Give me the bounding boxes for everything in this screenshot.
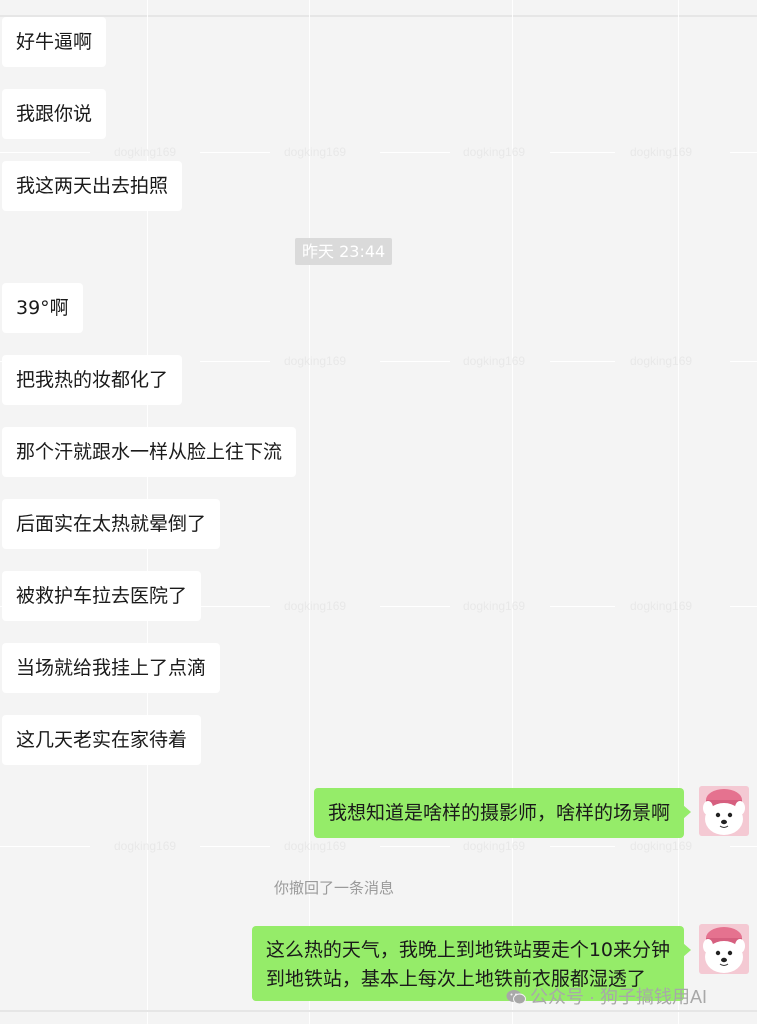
message-line: 这么热的天气，我晚上到地铁站要走个10来分钟	[265, 939, 670, 961]
watermark-text: dogking169	[463, 145, 526, 159]
incoming-message-bubble[interactable]: 好牛逼啊	[2, 17, 107, 67]
wechat-logo-icon	[506, 990, 526, 1005]
watermark-text: dogking169	[463, 599, 526, 613]
watermark-text: dogking169	[114, 145, 177, 159]
watermark-text: dogking169	[284, 599, 347, 613]
message-line: 我想知道是啥样的摄影师，啥样的场景啊	[327, 802, 670, 824]
incoming-message-bubble[interactable]: 我跟你说	[2, 89, 107, 139]
watermark-text: dogking169	[630, 354, 693, 368]
watermark-text: dogking169	[284, 839, 347, 853]
watermark-text: dogking169	[630, 145, 693, 159]
incoming-message-bubble[interactable]: 后面实在太热就晕倒了	[2, 499, 221, 549]
incoming-message-bubble[interactable]: 39°啊	[2, 283, 83, 333]
footer-watermark: 公众号 · 狗子搞钱用AI	[506, 983, 707, 1009]
watermark-line	[512, 0, 513, 1024]
watermark-line	[678, 0, 679, 1024]
watermark-text: dogking169	[284, 354, 347, 368]
user-avatar[interactable]	[699, 786, 749, 836]
watermark-line	[309, 0, 310, 1024]
incoming-message-bubble[interactable]: 把我热的妆都化了	[2, 355, 183, 405]
watermark-text: dogking169	[463, 839, 526, 853]
incoming-message-bubble[interactable]: 当场就给我挂上了点滴	[2, 643, 221, 693]
user-avatar[interactable]	[699, 924, 749, 974]
outgoing-message-bubble[interactable]: 我想知道是啥样的摄影师，啥样的场景啊	[313, 788, 692, 838]
incoming-message-bubble[interactable]: 这几天老实在家待着	[2, 715, 202, 765]
watermark-text: dogking169	[630, 599, 693, 613]
message-timestamp: 昨天 23:44	[295, 238, 393, 265]
recall-notice: 你撤回了一条消息	[274, 879, 395, 897]
incoming-message-bubble[interactable]: 被救护车拉去医院了	[2, 571, 202, 621]
watermark-text: dogking169	[114, 839, 177, 853]
incoming-message-bubble[interactable]: 我这两天出去拍照	[2, 161, 183, 211]
samoyed-avatar-icon	[699, 924, 749, 974]
watermark-row: dogking169 dogking169 dogking169 dogking…	[0, 145, 757, 159]
watermark-text: dogking169	[284, 145, 347, 159]
incoming-message-bubble[interactable]: 那个汗就跟水一样从脸上往下流	[2, 427, 297, 477]
watermark-text: dogking169	[630, 839, 693, 853]
bottom-divider	[0, 1010, 757, 1012]
top-divider	[0, 15, 757, 17]
watermark-row: dogking169 dogking169 dogking169 dogking…	[0, 839, 757, 853]
samoyed-avatar-icon	[699, 786, 749, 836]
watermark-text: dogking169	[463, 354, 526, 368]
footer-watermark-text: 公众号 · 狗子搞钱用AI	[530, 987, 708, 1007]
